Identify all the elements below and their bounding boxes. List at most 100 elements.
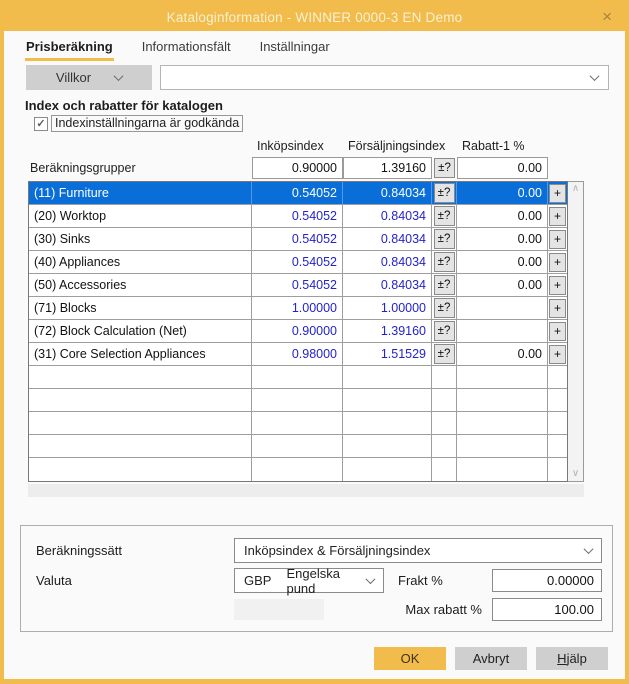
expand-plus-button[interactable]: + xyxy=(549,276,566,295)
row-rabatt: 0.00 xyxy=(457,228,548,250)
calculation-groups-row: Beräkningsgrupper ±? xyxy=(28,156,584,179)
adjust-plusminus-button[interactable]: ±? xyxy=(434,206,455,226)
adjust-plusminus-button[interactable]: ±? xyxy=(434,252,455,272)
villkor-button[interactable]: Villkor xyxy=(26,65,152,90)
adjust-plusminus-button[interactable]: ±? xyxy=(434,229,455,249)
ok-button[interactable]: OK xyxy=(374,647,446,670)
row-adjust-cell: ±? xyxy=(432,274,457,296)
expand-plus-button[interactable]: + xyxy=(549,207,566,226)
max-rabatt-input[interactable] xyxy=(492,598,602,621)
groups-inkopsindex-input[interactable] xyxy=(252,157,343,179)
cancel-button[interactable]: Avbryt xyxy=(455,647,527,670)
dialog-window: Kataloginformation - WINNER 0000-3 EN De… xyxy=(0,0,629,684)
row-plus-cell: + xyxy=(548,251,567,273)
adjust-plusminus-button[interactable]: ±? xyxy=(434,344,455,364)
dialog-buttons: OK Avbryt Hjälp xyxy=(4,647,608,670)
expand-plus-button[interactable]: + xyxy=(549,184,566,203)
row-plus-cell: + xyxy=(548,205,567,227)
row-adjust-cell: ±? xyxy=(432,297,457,319)
section-heading: Index och rabatter för katalogen xyxy=(25,98,625,113)
row-inkopsindex: 0.54052 xyxy=(252,228,343,250)
row-plus-cell: + xyxy=(548,297,567,319)
groups-rabatt-input[interactable] xyxy=(457,157,548,179)
chevron-down-icon xyxy=(590,71,600,81)
row-adjust-cell: ±? xyxy=(432,205,457,227)
max-rabatt-label: Max rabatt % xyxy=(405,602,482,617)
table-row[interactable]: (30) Sinks0.540520.84034±?0.00+ xyxy=(29,228,567,251)
row-rabatt: 0.00 xyxy=(457,343,548,365)
filter-bar: Villkor xyxy=(26,65,609,90)
groups-forsaljningsindex-input[interactable] xyxy=(343,157,432,179)
adjust-plusminus-button[interactable]: ±? xyxy=(434,298,455,318)
expand-plus-button[interactable]: + xyxy=(549,322,566,341)
table-row[interactable]: (40) Appliances0.540520.84034±?0.00+ xyxy=(29,251,567,274)
frakt-input[interactable] xyxy=(492,569,602,592)
row-forsaljningsindex: 1.39160 xyxy=(343,320,432,342)
approved-checkbox[interactable]: ✓ xyxy=(34,117,48,131)
help-button[interactable]: Hjälp xyxy=(536,647,608,670)
max-rabatt-row: Max rabatt % xyxy=(36,598,602,620)
groups-adjust-plusminus-button[interactable]: ±? xyxy=(434,158,455,178)
calculation-groups-label: Beräkningsgrupper xyxy=(28,161,252,175)
scroll-down-icon[interactable]: ∨ xyxy=(572,469,579,479)
approved-checkbox-label[interactable]: Indexinställningarna är godkända xyxy=(51,115,243,132)
header-forsaljningsindex: Försäljningsindex xyxy=(343,139,432,153)
title-bar[interactable]: Kataloginformation - WINNER 0000-3 EN De… xyxy=(4,4,625,31)
tab-0[interactable]: Prisberäkning xyxy=(25,39,114,61)
table-row-empty[interactable] xyxy=(29,435,567,458)
header-inkopsindex: Inköpsindex xyxy=(252,139,343,153)
row-forsaljningsindex: 0.84034 xyxy=(343,251,432,273)
index-grid-header: Inköpsindex Försäljningsindex Rabatt-1 %… xyxy=(28,138,584,179)
valuta-name: Engelska pund xyxy=(286,566,367,596)
vertical-scrollbar[interactable]: ∧ ∨ xyxy=(568,181,584,482)
table-row[interactable]: (50) Accessories0.540520.84034±?0.00+ xyxy=(29,274,567,297)
expand-plus-button[interactable]: + xyxy=(549,230,566,249)
table-row[interactable]: (71) Blocks1.000001.00000±?+ xyxy=(29,297,567,320)
expand-plus-button[interactable]: + xyxy=(549,345,566,364)
row-inkopsindex: 0.54052 xyxy=(252,251,343,273)
row-name: (72) Block Calculation (Net) xyxy=(29,320,252,342)
berakningssatt-label: Beräkningssätt xyxy=(36,543,234,558)
villkor-filter-combo[interactable] xyxy=(160,65,609,90)
scroll-up-icon[interactable]: ∧ xyxy=(572,184,579,194)
row-forsaljningsindex: 0.84034 xyxy=(343,182,432,204)
valuta-row: Valuta GBP Engelska pund Frakt % xyxy=(36,568,602,593)
row-name: (11) Furniture xyxy=(29,182,252,204)
horizontal-scrollbar[interactable] xyxy=(28,484,584,497)
close-icon[interactable]: × xyxy=(602,5,612,29)
row-rabatt xyxy=(457,297,548,319)
table-row-empty[interactable] xyxy=(29,389,567,412)
row-forsaljningsindex: 0.84034 xyxy=(343,228,432,250)
row-inkopsindex: 0.54052 xyxy=(252,182,343,204)
row-plus-cell: + xyxy=(548,228,567,250)
row-adjust-cell: ±? xyxy=(432,320,457,342)
tab-1[interactable]: Informationsfält xyxy=(141,39,232,61)
adjust-plusminus-button[interactable]: ±? xyxy=(434,183,455,203)
tab-bar: Prisberäkning Informationsfält Inställning… xyxy=(4,31,625,61)
row-rabatt: 0.00 xyxy=(457,274,548,296)
tab-2[interactable]: Inställningar xyxy=(259,39,331,61)
valuta-dropdown[interactable]: GBP Engelska pund xyxy=(234,568,384,593)
adjust-plusminus-button[interactable]: ±? xyxy=(434,275,455,295)
row-inkopsindex: 0.90000 xyxy=(252,320,343,342)
disabled-currency-field xyxy=(234,599,324,620)
table-row-empty[interactable] xyxy=(29,366,567,389)
table-row[interactable]: (31) Core Selection Appliances0.980001.5… xyxy=(29,343,567,366)
table-row[interactable]: (72) Block Calculation (Net)0.900001.391… xyxy=(29,320,567,343)
row-name: (71) Blocks xyxy=(29,297,252,319)
row-plus-cell: + xyxy=(548,182,567,204)
row-name: (40) Appliances xyxy=(29,251,252,273)
row-adjust-cell: ±? xyxy=(432,251,457,273)
row-adjust-cell: ±? xyxy=(432,343,457,365)
table-row-empty[interactable] xyxy=(29,412,567,435)
valuta-label: Valuta xyxy=(36,573,234,588)
expand-plus-button[interactable]: + xyxy=(549,299,566,318)
row-name: (50) Accessories xyxy=(29,274,252,296)
row-plus-cell: + xyxy=(548,320,567,342)
table-row-empty[interactable] xyxy=(29,458,567,481)
adjust-plusminus-button[interactable]: ±? xyxy=(434,321,455,341)
berakningssatt-dropdown[interactable]: Inköpsindex & Försäljningsindex xyxy=(234,538,602,563)
table-row[interactable]: (20) Worktop0.540520.84034±?0.00+ xyxy=(29,205,567,228)
expand-plus-button[interactable]: + xyxy=(549,253,566,272)
table-row[interactable]: (11) Furniture0.540520.84034±?0.00+ xyxy=(29,182,567,205)
